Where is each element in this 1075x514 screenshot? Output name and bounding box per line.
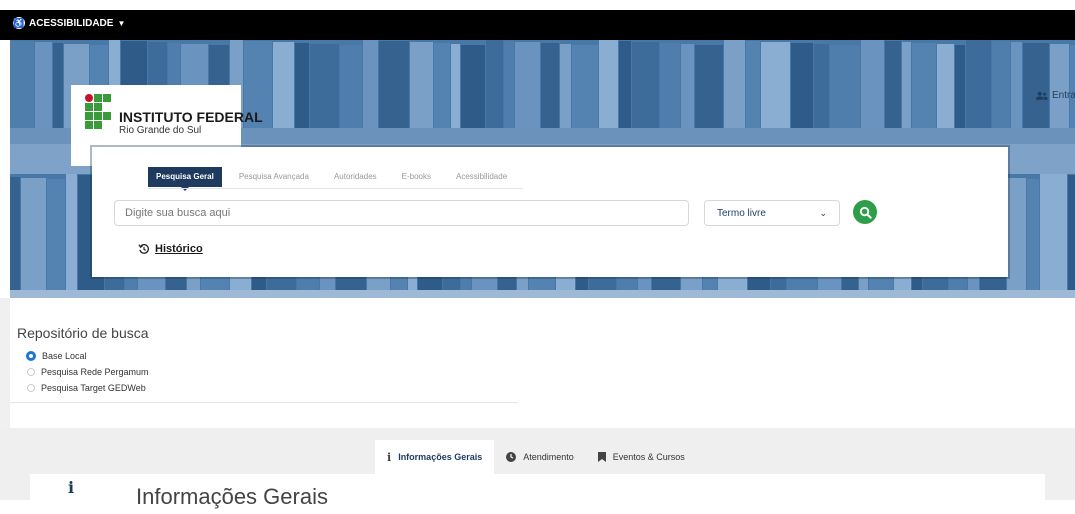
chevron-down-icon: ▼ (117, 18, 126, 28)
radio-unchecked-icon[interactable] (27, 368, 35, 376)
accessibility-bar: ♿ ACESSIBILIDADE ▼ (0, 10, 1075, 40)
repository-section: Repositório de busca Base Local Pesquisa… (10, 298, 1075, 428)
info-tabs: i Informações Gerais Atendimento Eventos… (375, 440, 697, 474)
login-button[interactable]: Entrar (1036, 90, 1075, 101)
tab-atendimento[interactable]: Atendimento (494, 440, 586, 474)
tabs-divider (148, 188, 523, 189)
radio-unchecked-icon[interactable] (27, 384, 35, 392)
logo-title: INSTITUTO FEDERAL (119, 109, 263, 125)
search-type-value: Termo livre (717, 207, 766, 219)
radio-label: Base Local (42, 351, 87, 361)
chevron-down-icon: ⌄ (819, 207, 827, 218)
radio-label: Pesquisa Rede Pergamum (41, 367, 149, 377)
search-type-select[interactable]: Termo livre ⌄ (704, 200, 840, 226)
accessibility-label: ACESSIBILIDADE (29, 17, 114, 29)
tab-label: Atendimento (523, 452, 574, 462)
info-section: i Informações Gerais Atendimento Eventos… (0, 428, 1075, 514)
logo-mark (85, 94, 111, 134)
tab-label: Informações Gerais (398, 452, 483, 462)
info-panel: i Informações Gerais (30, 474, 1045, 514)
search-panel: Pesquisa Geral Pesquisa Avançada Autorid… (92, 147, 1008, 277)
bookmark-icon (597, 452, 606, 462)
history-link[interactable]: Histórico (138, 243, 203, 255)
radio-target-gedweb[interactable]: Pesquisa Target GEDWeb (27, 380, 149, 396)
tab-pesquisa-avancada[interactable]: Pesquisa Avançada (231, 167, 317, 187)
radio-base-local[interactable]: Base Local (26, 348, 149, 364)
tab-label: Eventos & Cursos (612, 452, 685, 462)
radio-rede-pergamum[interactable]: Pesquisa Rede Pergamum (27, 364, 149, 380)
info-icon: i (387, 450, 392, 464)
tab-pesquisa-geral[interactable]: Pesquisa Geral (148, 167, 222, 191)
search-button[interactable] (853, 200, 877, 224)
left-gutter (0, 298, 10, 428)
clock-icon (506, 452, 517, 462)
user-icon (1036, 91, 1048, 100)
repository-options: Base Local Pesquisa Rede Pergamum Pesqui… (26, 348, 149, 396)
tab-eventos-cursos[interactable]: Eventos & Cursos (586, 440, 697, 474)
accessibility-icon: ♿ (13, 17, 25, 29)
accessibility-menu-button[interactable]: ♿ ACESSIBILIDADE ▼ (13, 17, 125, 29)
logo-subtitle: Rio Grande do Sul (119, 125, 202, 136)
history-icon (138, 244, 149, 254)
divider (10, 402, 518, 403)
tab-autoridades[interactable]: Autoridades (326, 167, 385, 187)
info-panel-title: Informações Gerais (136, 484, 328, 509)
info-icon: i (68, 478, 75, 497)
radio-label: Pesquisa Target GEDWeb (41, 383, 146, 393)
tab-acessibilidade[interactable]: Acessibilidade (448, 167, 515, 187)
search-input[interactable] (114, 200, 689, 226)
repository-title: Repositório de busca (17, 325, 149, 341)
radio-checked-icon[interactable] (26, 351, 36, 361)
search-tabs: Pesquisa Geral Pesquisa Avançada Autorid… (148, 167, 524, 191)
search-icon (859, 206, 872, 219)
tab-ebooks[interactable]: E-books (394, 167, 439, 187)
login-label: Entrar (1052, 90, 1075, 101)
history-label: Histórico (155, 243, 203, 255)
tab-informacoes-gerais[interactable]: i Informações Gerais (375, 440, 495, 474)
